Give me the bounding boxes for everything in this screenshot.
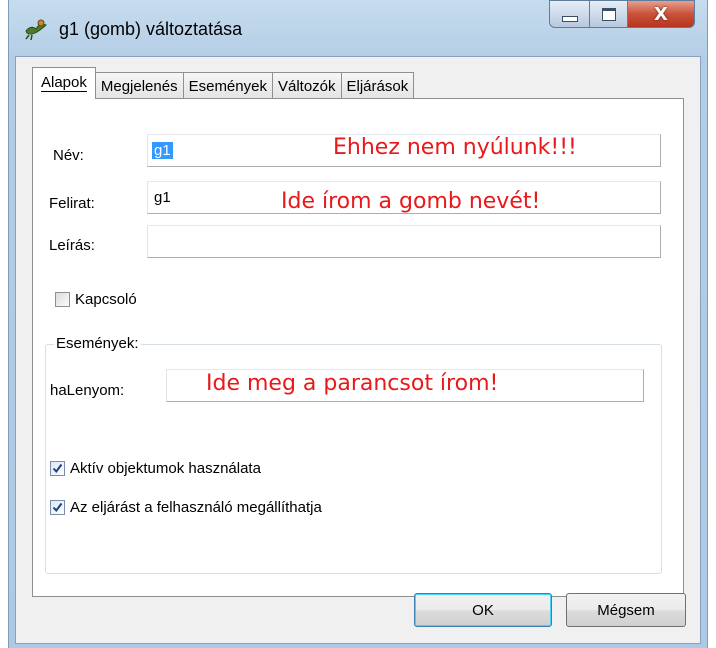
close-icon: X: [654, 3, 668, 25]
minimize-icon: [561, 16, 578, 22]
maximize-button[interactable]: [589, 0, 627, 28]
tab-alapok[interactable]: Alapok: [32, 67, 96, 99]
user-stoppable-checkbox[interactable]: [50, 500, 65, 515]
active-objects-checkbox[interactable]: [50, 461, 65, 476]
checkmark-icon: [52, 463, 63, 474]
tab-eljarasok[interactable]: Eljárások: [340, 72, 415, 99]
description-label: Leírás:: [49, 237, 95, 254]
tab-label: Események: [188, 77, 267, 95]
tab-label: Eljárások: [346, 77, 409, 95]
tab-label: Megjelenés: [100, 77, 178, 95]
title-bar[interactable]: g1 (gomb) változtatása X: [9, 0, 707, 56]
dialog-window: g1 (gomb) változtatása X Alapok Megjelen…: [8, 0, 708, 648]
events-legend: Események:: [54, 335, 141, 352]
name-field-value: g1: [152, 142, 173, 159]
onpress-annotation: Ide meg a parancsot írom!: [206, 371, 499, 396]
checkmark-icon: [52, 502, 63, 513]
close-button[interactable]: X: [627, 0, 695, 28]
description-field[interactable]: [147, 225, 661, 258]
onpress-label: haLenyom:: [50, 382, 125, 399]
dialog-client-area: Alapok Megjelenés Események Változók Elj…: [15, 56, 701, 644]
caption-field-value: g1: [154, 189, 171, 206]
toggle-label: Kapcsoló: [75, 291, 137, 308]
caption-annotation: Ide írom a gomb nevét!: [281, 189, 541, 214]
window-title: g1 (gomb) változtatása: [59, 19, 243, 39]
tab-valtozok[interactable]: Változók: [271, 72, 342, 99]
caption-label: Felirat:: [49, 195, 95, 212]
name-label: Név:: [53, 147, 84, 164]
tab-megjelenes[interactable]: Megjelenés: [94, 72, 184, 99]
tab-label: Alapok: [41, 74, 87, 92]
tab-strip: Alapok Megjelenés Események Változók Elj…: [32, 67, 415, 99]
events-groupbox: Események: haLenyom: Ide meg a parancsot…: [45, 335, 662, 574]
window-controls: X: [549, 0, 695, 28]
toggle-checkbox[interactable]: [55, 292, 70, 307]
active-objects-label: Aktív objektumok használata: [70, 460, 261, 477]
minimize-button[interactable]: [549, 0, 589, 28]
cancel-button[interactable]: Mégsem: [566, 593, 686, 627]
tab-label: Változók: [277, 77, 336, 95]
maximize-icon: [601, 7, 616, 21]
user-stoppable-label: Az eljárást a felhasználó megállíthatja: [70, 499, 322, 516]
app-icon: [23, 17, 49, 41]
tab-panel-alapok: Név: g1 Ehhez nem nyúlunk!!! Felirat: g1…: [32, 98, 684, 597]
ok-button[interactable]: OK: [414, 593, 552, 627]
name-annotation: Ehhez nem nyúlunk!!!: [333, 135, 577, 160]
tab-esemenyek[interactable]: Események: [182, 72, 273, 99]
